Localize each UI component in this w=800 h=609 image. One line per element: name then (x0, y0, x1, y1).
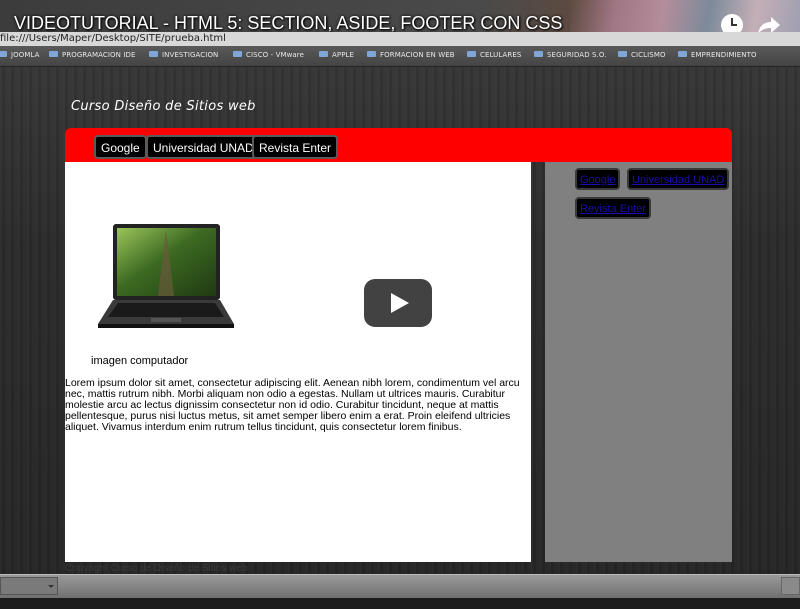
nav-link-revista-enter[interactable]: Revista Enter (252, 135, 339, 159)
laptop-image (98, 224, 234, 328)
bookmark-emprendimiento[interactable]: EMPRENDIMIENTO (678, 51, 757, 63)
bookmark-investigacion[interactable]: INVESTIGACION (149, 51, 218, 63)
aside-link-revista-enter[interactable]: Revista Enter (575, 197, 652, 219)
bookmark-cisco-vmware[interactable]: CISCO - VMware (233, 51, 304, 63)
page-title: Curso Diseño de Sitios web (71, 99, 256, 114)
folder-icon (0, 51, 7, 57)
player-corner-button[interactable] (781, 577, 800, 595)
folder-icon (149, 51, 158, 57)
bookmark-label: PROGRAMACION IDE (62, 51, 136, 59)
chevron-down-icon (48, 585, 54, 588)
player-bottom-strip (0, 598, 800, 609)
player-dropdown[interactable] (0, 577, 58, 595)
aside-link-universidad-unad[interactable]: Universidad UNAD (627, 168, 730, 190)
bookmark-joomla[interactable]: JOOMLA (0, 51, 40, 63)
bookmark-label: APPLE (332, 51, 355, 59)
bookmark-formacion-web[interactable]: FORMACION EN WEB (367, 51, 455, 63)
folder-icon (49, 51, 58, 57)
bookmark-label: CISCO - VMware (246, 51, 305, 59)
bookmark-label: CELULARES (480, 51, 522, 59)
page-footer: Copyright Curso de Diseño de Sitios web (65, 563, 248, 574)
bookmark-label: JOOMLA (11, 51, 40, 59)
bookmarks-bar: JOOMLA PROGRAMACION IDE INVESTIGACION CI… (0, 46, 800, 67)
player-control-bar (0, 574, 800, 599)
folder-icon (618, 51, 627, 57)
folder-icon (534, 51, 543, 57)
bookmark-label: CICLISMO (631, 51, 666, 59)
aside-panel (545, 162, 732, 562)
address-bar[interactable]: file:///Users/Maper/Desktop/SITE/prueba.… (0, 32, 800, 46)
bookmark-seguridad-so[interactable]: SEGURIDAD S.O. (534, 51, 607, 63)
image-caption: imagen computador (91, 355, 189, 367)
bookmark-label: FORMACION EN WEB (380, 51, 455, 59)
folder-icon (678, 51, 687, 57)
aside-link-google[interactable]: Google (575, 168, 621, 190)
video-title[interactable]: VIDEOTUTORIAL - HTML 5: SECTION, ASIDE, … (14, 13, 562, 34)
folder-icon (367, 51, 376, 57)
folder-icon (319, 51, 328, 57)
bookmark-label: SEGURIDAD S.O. (547, 51, 607, 59)
section-paragraph: Lorem ipsum dolor sit amet, consectetur … (65, 377, 520, 433)
nav-link-universidad-unad[interactable]: Universidad UNAD (146, 135, 261, 159)
folder-icon (467, 51, 476, 57)
address-url: file:///Users/Maper/Desktop/SITE/prueba.… (0, 33, 226, 44)
bookmark-label: EMPRENDIMIENTO (691, 51, 757, 59)
bookmark-apple[interactable]: APPLE (319, 51, 354, 63)
video-play-icon[interactable] (364, 279, 432, 327)
bookmark-programacion-ide[interactable]: PROGRAMACION IDE (49, 51, 136, 63)
folder-icon (233, 51, 242, 57)
bookmark-ciclismo[interactable]: CICLISMO (618, 51, 666, 63)
nav-link-google[interactable]: Google (94, 135, 147, 159)
bookmark-label: INVESTIGACION (162, 51, 219, 59)
bookmark-celulares[interactable]: CELULARES (467, 51, 521, 63)
